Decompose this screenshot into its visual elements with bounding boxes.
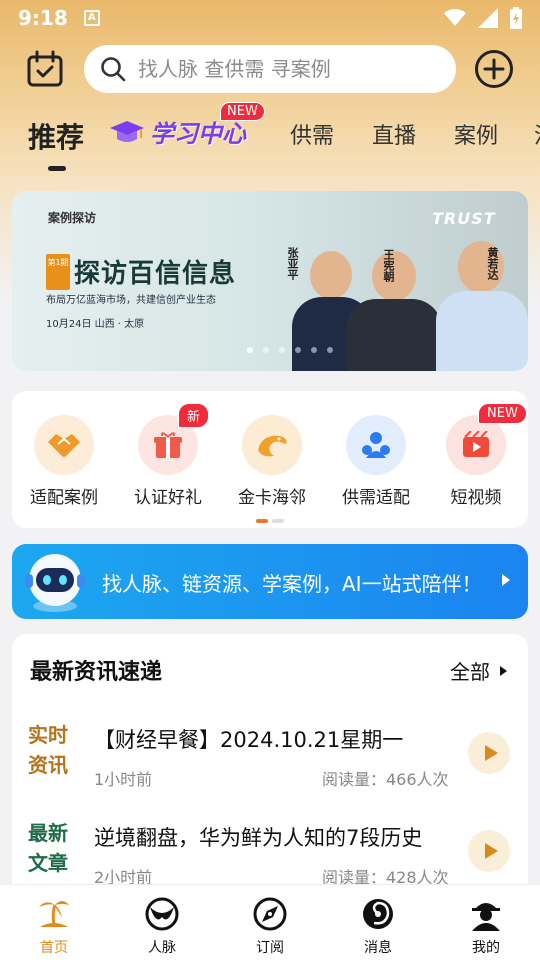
nav-messages[interactable]: 消息 <box>324 897 432 957</box>
banner-person-name: 黄若达 <box>486 247 499 280</box>
quick-item-label: 供需适配 <box>342 488 410 508</box>
pagination-dot <box>263 347 269 353</box>
quick-item-adapt-cases[interactable]: 适配案例 <box>12 415 116 508</box>
graduation-cap-icon <box>110 120 144 142</box>
news-item[interactable]: 实时资讯 【财经早餐】2024.10.21星期一 1小时前 阅读量：466人次 <box>12 720 528 810</box>
tab-recommend[interactable]: 推荐 <box>28 116 84 156</box>
profile-icon <box>472 903 500 931</box>
news-headline: 【财经早餐】2024.10.21星期一 <box>94 728 404 752</box>
add-circle-icon[interactable] <box>474 49 514 89</box>
banner-person-name: 王宪朝 <box>382 249 395 282</box>
nav-contacts[interactable]: 人脉 <box>108 897 216 957</box>
pagination-dot <box>247 347 253 353</box>
quick-item-label: 短视频 <box>450 488 502 508</box>
play-button[interactable] <box>468 830 510 872</box>
news-headline: 逆境翻盘，华为鲜为人知的7段历史 <box>94 826 423 850</box>
pagination-dot <box>295 347 301 353</box>
banner-person-name: 张亚平 <box>286 247 299 280</box>
search-row <box>0 44 540 94</box>
new-badge: NEW <box>478 403 527 424</box>
ai-banner-text: 找人脉、链资源、学案例，AI一站式陪伴！ <box>102 572 482 596</box>
category-tabs: 推荐 学习中心 NEW 供需 直播 案例 活 <box>0 102 540 172</box>
robot-icon <box>25 554 85 612</box>
handshake-icon <box>34 415 94 475</box>
quick-menu: 适配案例 认证好礼 新 金卡海邻 供需适配 短视频 NEW <box>12 391 528 528</box>
contacts-icon <box>145 897 179 931</box>
new-badge: 新 <box>178 403 210 428</box>
active-tab-indicator <box>48 166 66 171</box>
nav-label: 消息 <box>364 940 392 956</box>
quick-item-short-video[interactable]: 短视频 NEW <box>424 403 528 508</box>
news-reads: 阅读量：466人次 <box>322 770 449 789</box>
banner-title: 探访百信信息 <box>74 259 237 289</box>
banner-date: 10月24日 山西 · 太原 <box>46 319 145 330</box>
status-bar: 9:18 A <box>0 0 540 36</box>
battery-icon <box>510 7 522 29</box>
news-time: 1小时前 <box>94 770 153 789</box>
nav-subscribe[interactable]: 订阅 <box>216 897 324 957</box>
pagination-dot <box>327 347 333 353</box>
tab-activity[interactable]: 活 <box>534 118 540 150</box>
pagination-dot <box>311 347 317 353</box>
search-icon <box>101 57 126 82</box>
banner-logo: TRUST <box>432 209 496 228</box>
video-icon <box>446 415 506 475</box>
nav-label: 我的 <box>472 940 500 956</box>
tab-cases[interactable]: 案例 <box>454 118 498 150</box>
search-bar[interactable] <box>84 45 456 93</box>
status-indicators <box>444 7 522 29</box>
signal-icon <box>478 8 498 28</box>
ai-assistant-banner[interactable]: 找人脉、链资源、学案例，AI一站式陪伴！ <box>12 544 528 619</box>
dolphin-icon <box>242 415 302 475</box>
tab-live[interactable]: 直播 <box>372 118 416 150</box>
banner-issue-tag: 第1期 <box>46 254 70 290</box>
promo-banner[interactable]: 案例探访 TRUST 第1期 探访百信信息 布局万亿蓝海市场，共建信创产业生态 … <box>12 191 528 371</box>
nav-label: 首页 <box>40 940 68 956</box>
banner-subtitle: 布局万亿蓝海市场，共建信创产业生态 <box>46 295 216 306</box>
quick-item-label: 适配案例 <box>30 488 98 508</box>
nav-label: 人脉 <box>148 940 176 956</box>
tab-supply-demand[interactable]: 供需 <box>290 118 334 150</box>
wifi-icon <box>444 9 466 26</box>
play-icon <box>484 745 498 761</box>
banner-pagination <box>12 347 528 353</box>
quick-item-label: 金卡海邻 <box>238 488 306 508</box>
news-view-all[interactable]: 全部 <box>450 656 507 685</box>
bottom-navigation: 首页 人脉 订阅 消息 我的 <box>0 884 540 960</box>
caret-right-icon <box>500 665 507 676</box>
arrow-right-icon <box>502 574 510 586</box>
news-tag: 实时资讯 <box>28 723 68 777</box>
search-input[interactable] <box>138 57 438 81</box>
news-section: 最新资讯速递 全部 实时资讯 【财经早餐】2024.10.21星期一 1小时前 … <box>12 634 528 894</box>
new-badge: NEW <box>220 102 265 121</box>
banner-brand: 案例探访 <box>48 211 97 225</box>
people-icon <box>346 415 406 475</box>
calendar-check-icon[interactable] <box>26 50 64 88</box>
quick-item-gold-card[interactable]: 金卡海邻 <box>220 415 324 508</box>
news-section-title: 最新资讯速递 <box>30 660 163 685</box>
compass-icon <box>253 897 287 931</box>
play-icon <box>484 843 498 859</box>
status-time: 9:18 <box>18 6 68 30</box>
message-swirl-icon <box>363 899 393 929</box>
nav-label: 订阅 <box>256 940 284 956</box>
play-button[interactable] <box>468 732 510 774</box>
news-item[interactable]: 最新文章 逆境翻盘，华为鲜为人知的7段历史 2小时前 阅读量：428人次 <box>12 818 528 894</box>
nav-profile[interactable]: 我的 <box>432 897 540 957</box>
news-tag: 最新文章 <box>28 821 68 875</box>
pagination-dot <box>279 347 285 353</box>
quick-item-supply-adapt[interactable]: 供需适配 <box>324 415 428 508</box>
quick-item-label: 认证好礼 <box>134 488 202 508</box>
quick-item-cert-gift[interactable]: 认证好礼 新 <box>116 403 220 508</box>
home-island-icon <box>39 901 69 927</box>
nav-home[interactable]: 首页 <box>0 897 108 957</box>
notification-icon: A <box>83 10 100 26</box>
quick-menu-pagination <box>256 519 284 523</box>
